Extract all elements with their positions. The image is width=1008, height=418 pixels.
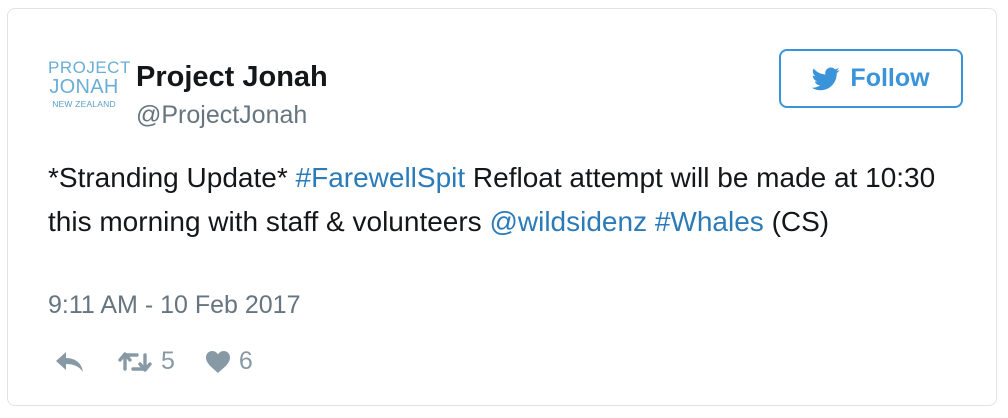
retweet-button[interactable]: 5	[117, 347, 175, 376]
like-button[interactable]: 6	[205, 347, 253, 376]
tweet-timestamp[interactable]: 9:11 AM - 10 Feb 2017	[48, 291, 300, 320]
reply-icon	[56, 351, 83, 372]
retweet-count: 5	[161, 347, 175, 375]
tweet-text: *Stranding Update* #FarewellSpit Refloat…	[48, 156, 968, 244]
tweet-card: PROJECT JONAH NEW ZEALAND Project Jonah …	[7, 8, 997, 406]
tweet-text-segment: (CS)	[763, 206, 830, 237]
tweet-text-segment: *Stranding Update*	[48, 162, 296, 193]
account-handle[interactable]: @ProjectJonah	[136, 101, 307, 130]
follow-label: Follow	[850, 64, 930, 92]
hashtag-link[interactable]: #Whales	[655, 206, 764, 237]
like-count: 6	[238, 347, 253, 375]
twitter-bird-icon	[812, 66, 840, 90]
logo-line-1: PROJECT	[48, 58, 131, 77]
reply-button[interactable]	[55, 351, 85, 373]
heart-icon	[205, 350, 230, 373]
account-name[interactable]: Project Jonah	[136, 61, 328, 94]
avatar[interactable]: PROJECT JONAH NEW ZEALAND	[48, 58, 131, 115]
retweet-icon	[118, 351, 152, 372]
tweet-actions: 5 6	[48, 347, 253, 376]
tweet-text-segment	[647, 206, 655, 237]
hashtag-link[interactable]: #FarewellSpit	[296, 162, 466, 193]
follow-button[interactable]: Follow	[779, 49, 963, 108]
mention-link[interactable]: @wildsidenz	[489, 206, 647, 237]
logo-line-2: JONAH	[49, 76, 119, 98]
logo-line-3: NEW ZEALAND	[52, 99, 116, 109]
